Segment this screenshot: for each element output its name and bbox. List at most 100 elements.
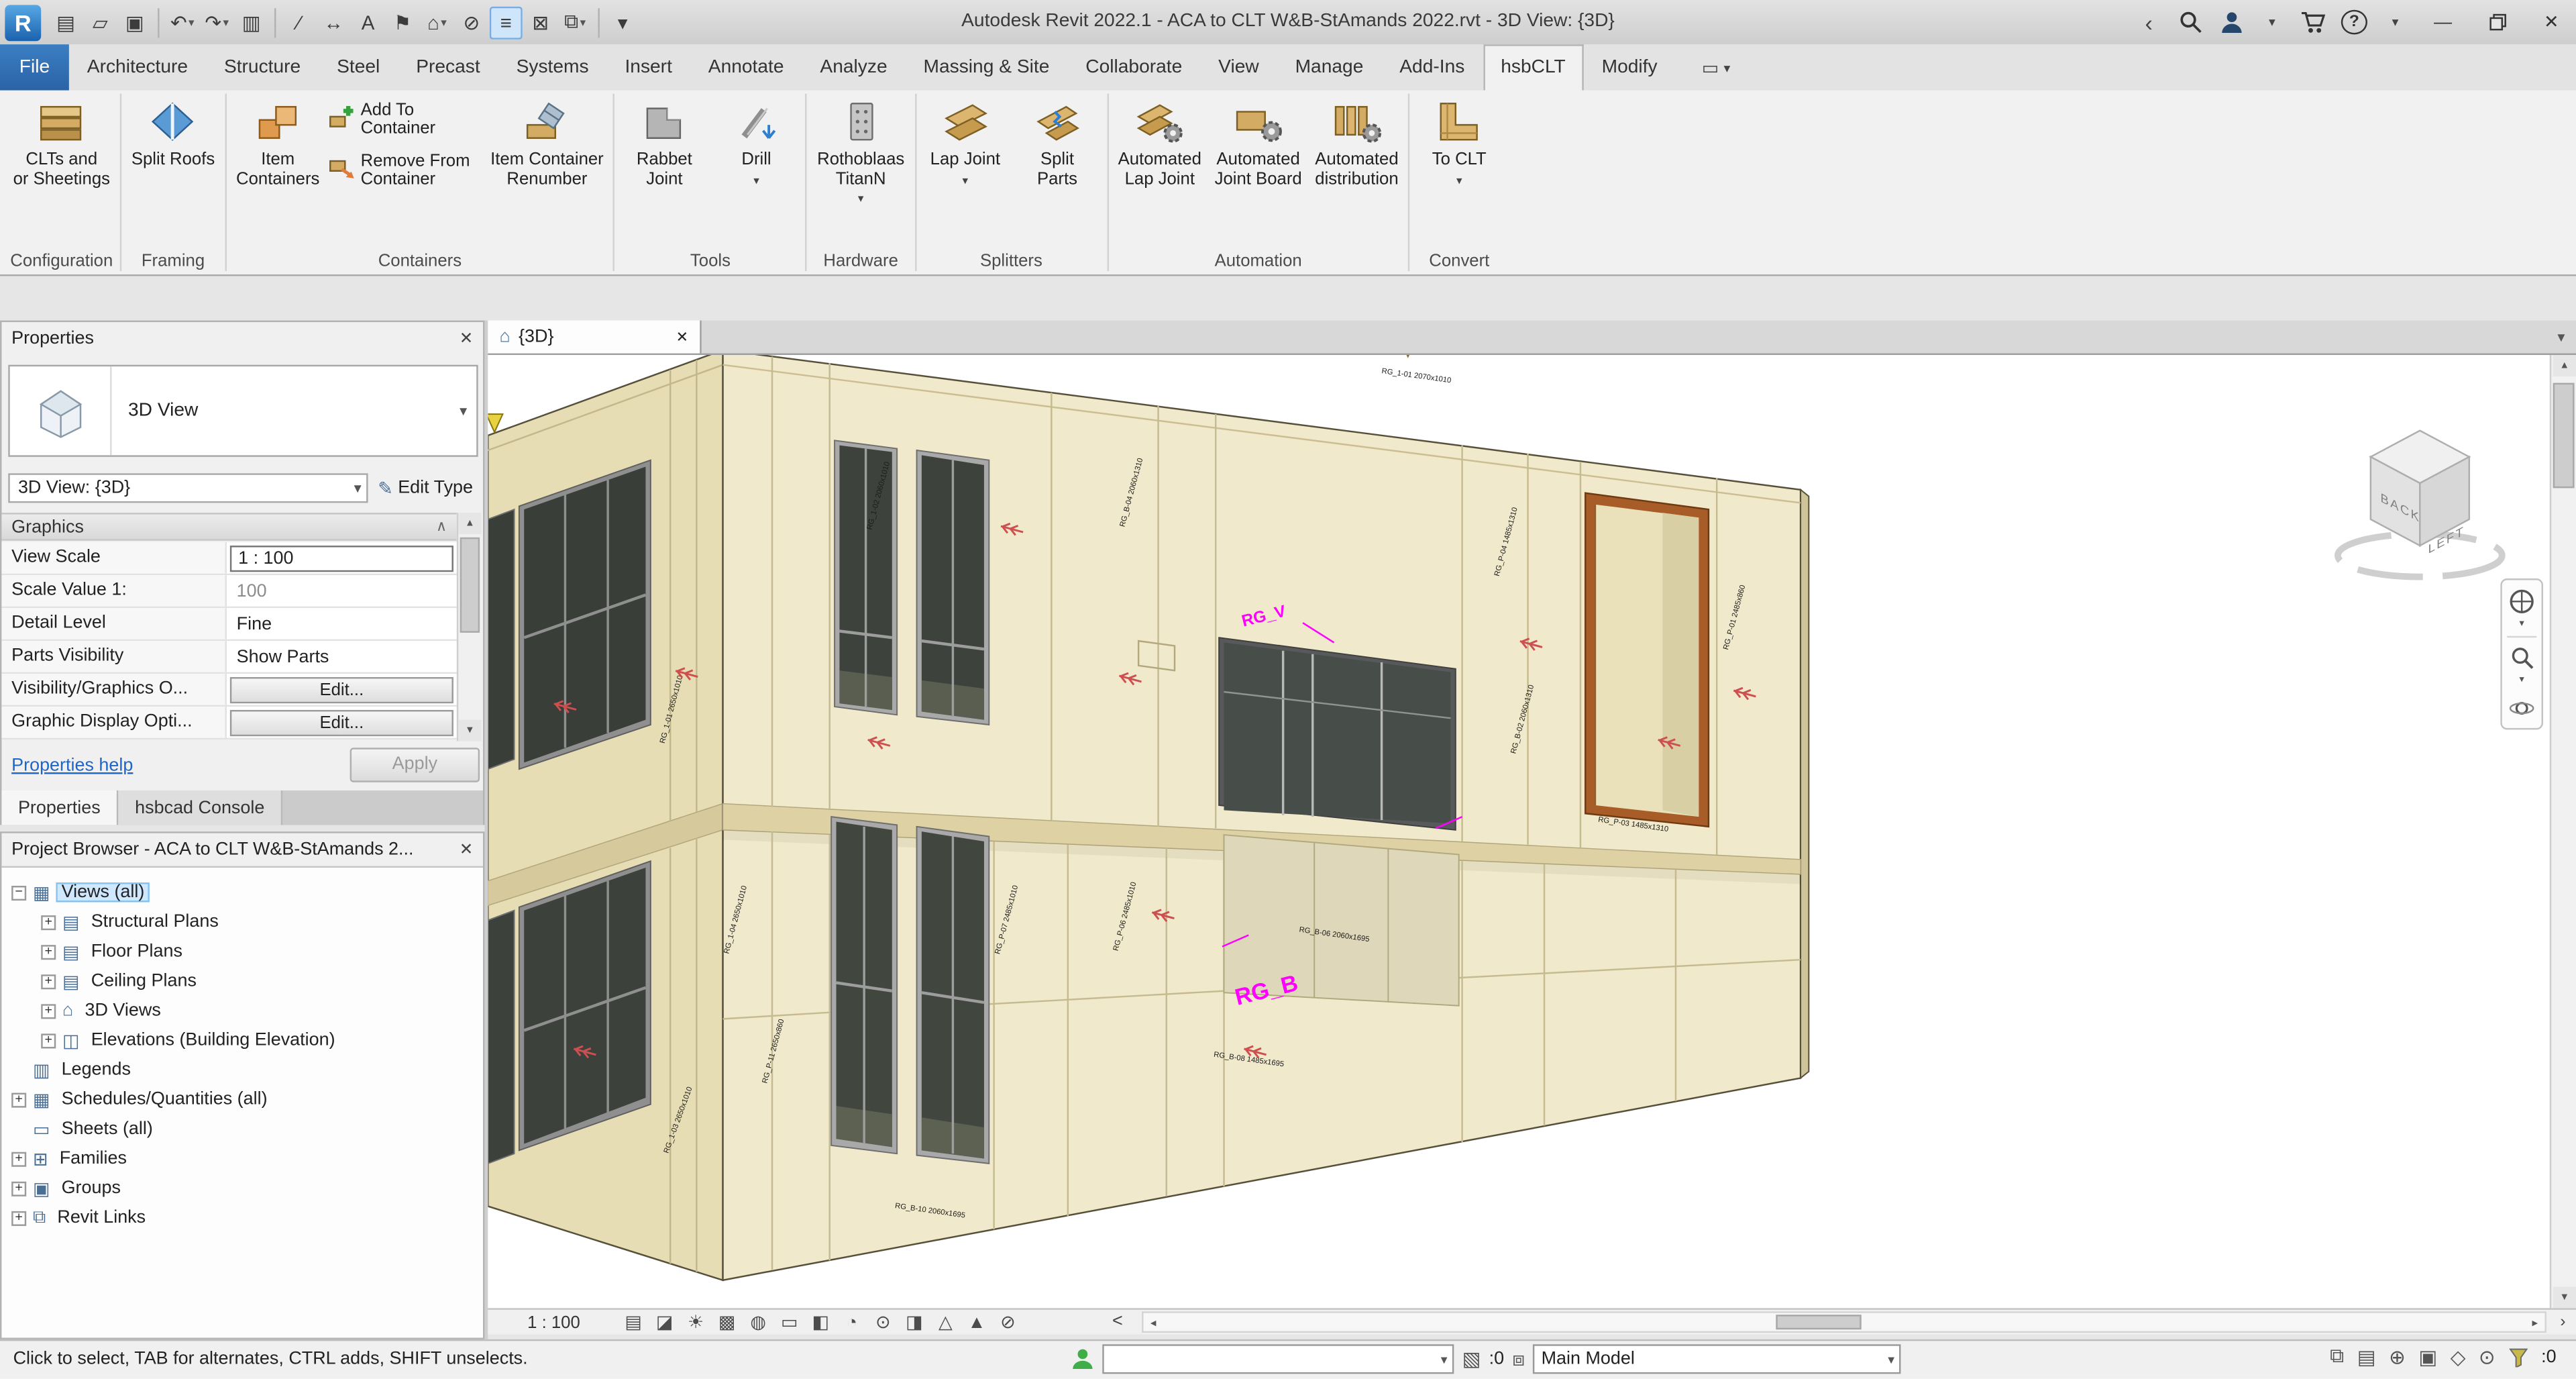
split-parts-button[interactable]: SplitParts — [1013, 92, 1102, 189]
ribbon-tab-collaborate[interactable]: Collaborate — [1067, 44, 1200, 91]
graphics-section-header[interactable]: Graphics — [1, 513, 456, 541]
tree-item-revit-links[interactable]: +⧉Revit Links — [1, 1203, 483, 1233]
wheel-dropdown-icon[interactable] — [2519, 621, 2524, 633]
temporary-view-properties-icon[interactable]: ◨ — [904, 1311, 925, 1335]
thin-lines-icon[interactable]: ≡ — [490, 6, 523, 39]
building-left-wall[interactable] — [488, 355, 722, 1280]
show-analytical-model-icon[interactable]: △ — [934, 1311, 956, 1335]
scroll-left-icon[interactable] — [1143, 1313, 1163, 1331]
aligned-dimension-icon[interactable]: ↔ — [317, 6, 350, 39]
property-input-view-scale[interactable]: 1 : 100 — [230, 545, 453, 571]
type-selector[interactable]: 3D View — [8, 365, 478, 457]
revit-logo[interactable]: R — [5, 4, 41, 40]
displacement-sets-icon[interactable]: ▲ — [966, 1311, 987, 1335]
scroll-up-icon[interactable] — [2553, 355, 2576, 376]
ribbon-tab-structure[interactable]: Structure — [206, 44, 319, 91]
tree-item-floor-plans[interactable]: +▤Floor Plans — [1, 937, 483, 966]
tree-item-families[interactable]: +⊞Families — [1, 1143, 483, 1173]
rendering-dialog-icon[interactable]: ◍ — [747, 1311, 769, 1335]
view-bar-chevron-icon[interactable] — [1112, 1310, 1132, 1335]
vertical-scrollbar[interactable] — [2550, 355, 2576, 1308]
close-hidden-windows-icon[interactable]: ⊠ — [524, 6, 557, 39]
wide-window[interactable] — [1219, 637, 1456, 830]
search-icon[interactable] — [2177, 6, 2203, 39]
tab-properties[interactable]: Properties — [1, 790, 118, 825]
tree-item-views-all[interactable]: −▦Views (all) — [1, 878, 483, 907]
view-tab-3d[interactable]: {3D} — [488, 321, 701, 354]
split-roofs-button[interactable]: Split Roofs — [126, 92, 219, 170]
tree-expander-icon[interactable]: + — [41, 1033, 56, 1048]
property-value[interactable]: Show Parts — [230, 647, 329, 666]
dropdown-arrow-icon[interactable]: ▾ — [963, 172, 969, 191]
background-processes-icon[interactable]: ⊙ — [2479, 1345, 2496, 1368]
select-pinned-elements-icon[interactable]: ⊕ — [2389, 1345, 2406, 1368]
scroll-thumb[interactable] — [460, 538, 480, 633]
tree-item-3d-views[interactable]: +⌂3D Views — [1, 996, 483, 1025]
visual-style-icon[interactable]: ◪ — [654, 1311, 676, 1335]
file-tabs-icon[interactable]: ▤ — [49, 6, 82, 39]
chevron-left-icon[interactable] — [2136, 6, 2162, 39]
view-tabs-overflow-icon[interactable] — [2546, 321, 2576, 354]
panel-id-label[interactable]: RG_1-01 2070x1010 — [1381, 367, 1452, 385]
tree-expander-icon[interactable]: + — [41, 1003, 56, 1018]
sun-path-icon[interactable]: ☀ — [685, 1311, 706, 1335]
view-scale-button[interactable]: 1 : 100 — [517, 1311, 590, 1334]
select-elements-by-face-icon[interactable]: ▣ — [2418, 1345, 2437, 1368]
view-cube[interactable]: BACK LEFT — [2315, 395, 2528, 589]
ribbon-tab-steel[interactable]: Steel — [319, 44, 398, 91]
section-marker[interactable] — [488, 414, 502, 432]
default-3d-view-icon[interactable]: ⌂▾ — [421, 6, 453, 39]
ribbon-tab-modify[interactable]: Modify — [1584, 44, 1676, 91]
graphic-display-opti-edit-button[interactable]: Edit... — [230, 709, 453, 735]
select-links-icon[interactable]: ⧉ — [2330, 1344, 2344, 1369]
dropdown-arrow-icon[interactable]: ▾ — [753, 172, 759, 191]
scroll-corner-button[interactable] — [2550, 1308, 2576, 1334]
clts-and-or-sheetings-button[interactable]: CLTs andor Sheetings — [8, 92, 115, 189]
dropdown-arrow-icon[interactable]: ▾ — [441, 15, 447, 29]
project-browser-close-icon[interactable] — [460, 841, 474, 859]
filter-icon[interactable] — [2508, 1347, 2528, 1366]
edit-type-button[interactable]: Edit Type — [378, 473, 473, 503]
ribbon-tab-manage[interactable]: Manage — [1277, 44, 1382, 91]
drag-elements-on-selection-icon[interactable]: ◇ — [2451, 1345, 2466, 1368]
steering-wheel-icon[interactable] — [2504, 585, 2540, 618]
tree-expander-icon[interactable]: − — [11, 885, 26, 900]
file-tab[interactable]: File — [0, 44, 69, 91]
crop-view-icon[interactable]: ▭ — [779, 1311, 800, 1335]
text-icon[interactable]: A — [352, 6, 384, 39]
temporary-hide-isolate-icon[interactable]: ◔ — [841, 1311, 863, 1335]
horizontal-scrollbar[interactable] — [1142, 1311, 2546, 1333]
shadows-icon[interactable]: ▩ — [716, 1311, 738, 1335]
ribbon-tab-architecture[interactable]: Architecture — [69, 44, 206, 91]
design-option-combo[interactable]: Main Model — [1533, 1344, 1901, 1374]
save-icon[interactable]: ▣ — [118, 6, 151, 39]
qat-customize-icon[interactable]: ▾ — [606, 6, 639, 39]
tree-expander-icon[interactable]: + — [11, 1181, 26, 1196]
ribbon-tab-view[interactable]: View — [1200, 44, 1277, 91]
door-opening[interactable] — [1585, 493, 1709, 827]
horizontal-scroll-thumb[interactable] — [1776, 1315, 1861, 1329]
app-store-cart-icon[interactable] — [2300, 6, 2326, 39]
close-button[interactable] — [2532, 0, 2571, 44]
print-icon[interactable]: ▥ — [235, 6, 268, 39]
lap-joint-button[interactable]: Lap Joint▾ — [921, 92, 1010, 191]
3d-viewport[interactable]: RG_1-01 2650x1010RG_1-04 2650x1010RG_P-1… — [488, 355, 2549, 1308]
tree-expander-icon[interactable]: + — [41, 915, 56, 929]
help-icon[interactable]: ? — [2341, 10, 2367, 35]
remove-from-container-button[interactable]: Remove From Container — [328, 153, 482, 189]
orbit-icon[interactable] — [2504, 692, 2540, 725]
tree-item-legends[interactable]: ▥Legends — [1, 1055, 483, 1084]
clt-building-model[interactable]: RG_1-01 2650x1010RG_1-04 2650x1010RG_P-1… — [488, 355, 2549, 1308]
measure-icon[interactable]: ∕ — [282, 6, 315, 39]
ribbon-tab-insert[interactable]: Insert — [607, 44, 690, 91]
tab-hsbcad-console[interactable]: hsbcad Console — [119, 790, 283, 825]
tree-item-structural-plans[interactable]: +▤Structural Plans — [1, 907, 483, 937]
tree-item-sheets-all[interactable]: ▭Sheets (all) — [1, 1114, 483, 1143]
design-options-icon[interactable]: ⧈ — [1512, 1347, 1525, 1372]
worksharing-status-icon[interactable] — [1071, 1347, 1094, 1370]
tree-expander-icon[interactable]: + — [11, 1152, 26, 1166]
property-value[interactable]: Fine — [230, 614, 272, 633]
vertical-scroll-thumb[interactable] — [2553, 383, 2575, 489]
rabbet-joint-button[interactable]: RabbetJoint — [620, 92, 708, 189]
dropdown-arrow-icon[interactable]: ▾ — [189, 15, 195, 29]
